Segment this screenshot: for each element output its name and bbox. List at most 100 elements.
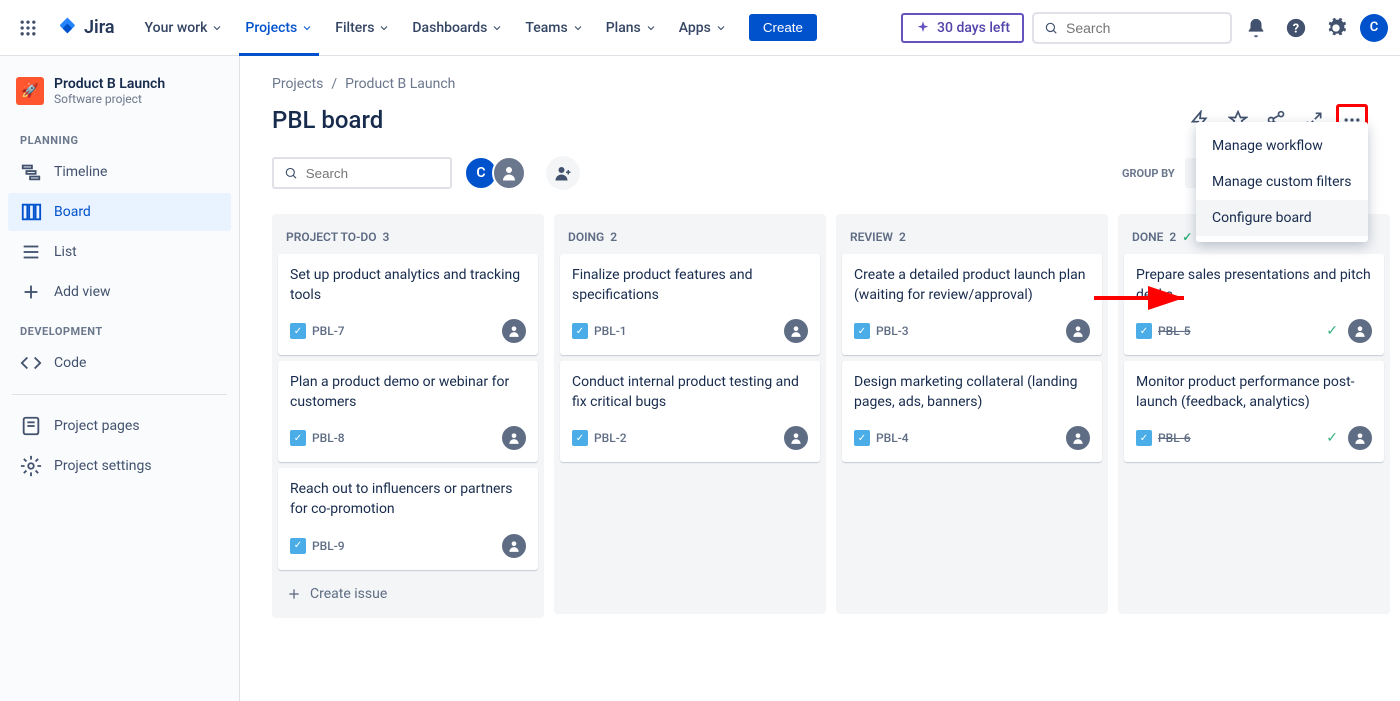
code-icon xyxy=(20,352,42,374)
jira-logo-text: Jira xyxy=(84,17,115,38)
nav-item-apps[interactable]: Apps xyxy=(669,14,737,42)
column-header[interactable]: PROJECT TO-DO 3 xyxy=(278,220,538,254)
sidebar-item-project-settings[interactable]: Project settings xyxy=(8,447,231,485)
timeline-icon xyxy=(20,161,42,183)
card-assignee[interactable] xyxy=(1066,426,1090,450)
card-assignee[interactable] xyxy=(1348,426,1372,450)
column-header[interactable]: REVIEW 2 xyxy=(842,220,1102,254)
add-people-button[interactable] xyxy=(546,156,580,190)
breadcrumb-project[interactable]: Product B Launch xyxy=(345,76,455,92)
card-assignee[interactable] xyxy=(502,426,526,450)
card-assignee[interactable] xyxy=(502,534,526,558)
nav-item-your-work[interactable]: Your work xyxy=(135,14,234,42)
board-card[interactable]: Finalize product features and specificat… xyxy=(560,254,820,355)
nav-item-plans[interactable]: Plans xyxy=(596,14,667,42)
board-columns: PROJECT TO-DO 3Set up product analytics … xyxy=(272,214,1368,618)
person-icon xyxy=(507,431,521,445)
board-card[interactable]: Monitor product performance post-launch … xyxy=(1124,361,1384,462)
board-card[interactable]: Create a detailed product launch plan (w… xyxy=(842,254,1102,355)
menu-item-configure-board[interactable]: Configure board xyxy=(1196,200,1368,236)
sidebar-item-add-view[interactable]: Add view xyxy=(8,273,231,311)
chevron-down-icon xyxy=(378,22,390,34)
jira-logo[interactable]: Jira xyxy=(48,16,123,40)
settings-button[interactable] xyxy=(1320,12,1352,44)
sidebar-section-planning: PLANNING xyxy=(8,122,231,151)
breadcrumbs: Projects / Product B Launch xyxy=(272,76,1368,92)
jira-logo-icon xyxy=(56,16,80,40)
column-doing: DOING 2 Finalize product features and spe… xyxy=(554,214,826,614)
column-header[interactable]: DOING 2 xyxy=(560,220,820,254)
notifications-button[interactable] xyxy=(1240,12,1272,44)
nav-item-teams[interactable]: Teams xyxy=(515,14,593,42)
person-icon xyxy=(1071,324,1085,338)
person-icon xyxy=(1071,431,1085,445)
board-card[interactable]: Conduct internal product testing and fix… xyxy=(560,361,820,462)
done-check-icon: ✓ xyxy=(1326,323,1338,339)
sidebar-item-board[interactable]: Board xyxy=(8,193,231,231)
board-card[interactable]: Reach out to influencers or partners for… xyxy=(278,468,538,569)
app-switcher-button[interactable] xyxy=(12,12,44,44)
board-card[interactable]: Design marketing collateral (landing pag… xyxy=(842,361,1102,462)
card-title: Monitor product performance post-launch … xyxy=(1136,373,1372,412)
check-icon: ✓ xyxy=(1182,230,1192,244)
board-card[interactable]: Set up product analytics and tracking to… xyxy=(278,254,538,355)
sidebar-item-project-pages[interactable]: Project pages xyxy=(8,407,231,445)
trial-button[interactable]: 30 days left xyxy=(901,13,1024,43)
card-title: Design marketing collateral (landing pag… xyxy=(854,373,1090,412)
card-assignee[interactable] xyxy=(784,319,808,343)
task-type-icon: ✓ xyxy=(572,323,588,339)
create-button[interactable]: Create xyxy=(749,14,817,41)
card-assignee[interactable] xyxy=(784,426,808,450)
nav-item-dashboards[interactable]: Dashboards xyxy=(402,14,513,42)
sidebar-item-timeline[interactable]: Timeline xyxy=(8,153,231,191)
card-assignee[interactable] xyxy=(1348,319,1372,343)
help-button[interactable]: ? xyxy=(1280,12,1312,44)
global-search-input[interactable] xyxy=(1066,20,1220,36)
sidebar-section-development: DEVELOPMENT xyxy=(8,313,231,342)
project-name: Product B Launch xyxy=(54,76,165,92)
list-icon xyxy=(20,241,42,263)
person-icon xyxy=(789,431,803,445)
sidebar-item-code[interactable]: Code xyxy=(8,344,231,382)
menu-item-manage-workflow[interactable]: Manage workflow xyxy=(1196,128,1368,164)
person-icon xyxy=(500,164,518,182)
nav-item-projects[interactable]: Projects xyxy=(235,14,323,42)
grid-icon xyxy=(18,18,38,38)
sidebar-bottom-items: Project pagesProject settings xyxy=(8,407,231,485)
main-content: Projects / Product B Launch PBL board Ma… xyxy=(240,56,1400,701)
board-search[interactable] xyxy=(272,157,452,189)
card-assignee[interactable] xyxy=(502,319,526,343)
sidebar-item-list[interactable]: List xyxy=(8,233,231,271)
gear-icon xyxy=(1325,17,1347,39)
card-assignee[interactable] xyxy=(1066,319,1090,343)
more-dropdown: Manage workflowManage custom filtersConf… xyxy=(1196,122,1368,242)
project-icon: 🚀 xyxy=(16,77,44,105)
task-type-icon: ✓ xyxy=(572,430,588,446)
search-icon xyxy=(1044,20,1058,36)
sidebar: 🚀 Product B Launch Software project PLAN… xyxy=(0,56,240,701)
search-icon xyxy=(284,165,298,181)
sparkle-icon xyxy=(915,20,931,36)
global-search[interactable] xyxy=(1032,12,1232,44)
nav-item-filters[interactable]: Filters xyxy=(325,14,400,42)
top-navigation: Jira Your workProjectsFiltersDashboardsT… xyxy=(0,0,1400,56)
project-header[interactable]: 🚀 Product B Launch Software project xyxy=(8,76,231,122)
avatar-unassigned[interactable] xyxy=(492,156,526,190)
menu-item-manage-custom-filters[interactable]: Manage custom filters xyxy=(1196,164,1368,200)
add-person-icon xyxy=(554,164,572,182)
user-avatar[interactable]: C xyxy=(1360,14,1388,42)
person-icon xyxy=(789,324,803,338)
chevron-down-icon xyxy=(645,22,657,34)
card-key: PBL-1 xyxy=(594,324,627,338)
breadcrumb-projects[interactable]: Projects xyxy=(272,76,323,92)
card-key: PBL-4 xyxy=(876,431,909,445)
create-issue-button[interactable]: Create issue xyxy=(278,576,538,612)
chevron-down-icon xyxy=(491,22,503,34)
board-icon xyxy=(20,201,42,223)
card-title: Finalize product features and specificat… xyxy=(572,266,808,305)
sidebar-divider xyxy=(12,394,227,395)
column-review: REVIEW 2Create a detailed product launch… xyxy=(836,214,1108,614)
board-card[interactable]: Plan a product demo or webinar for custo… xyxy=(278,361,538,462)
board-search-input[interactable] xyxy=(306,166,440,181)
task-type-icon: ✓ xyxy=(854,430,870,446)
